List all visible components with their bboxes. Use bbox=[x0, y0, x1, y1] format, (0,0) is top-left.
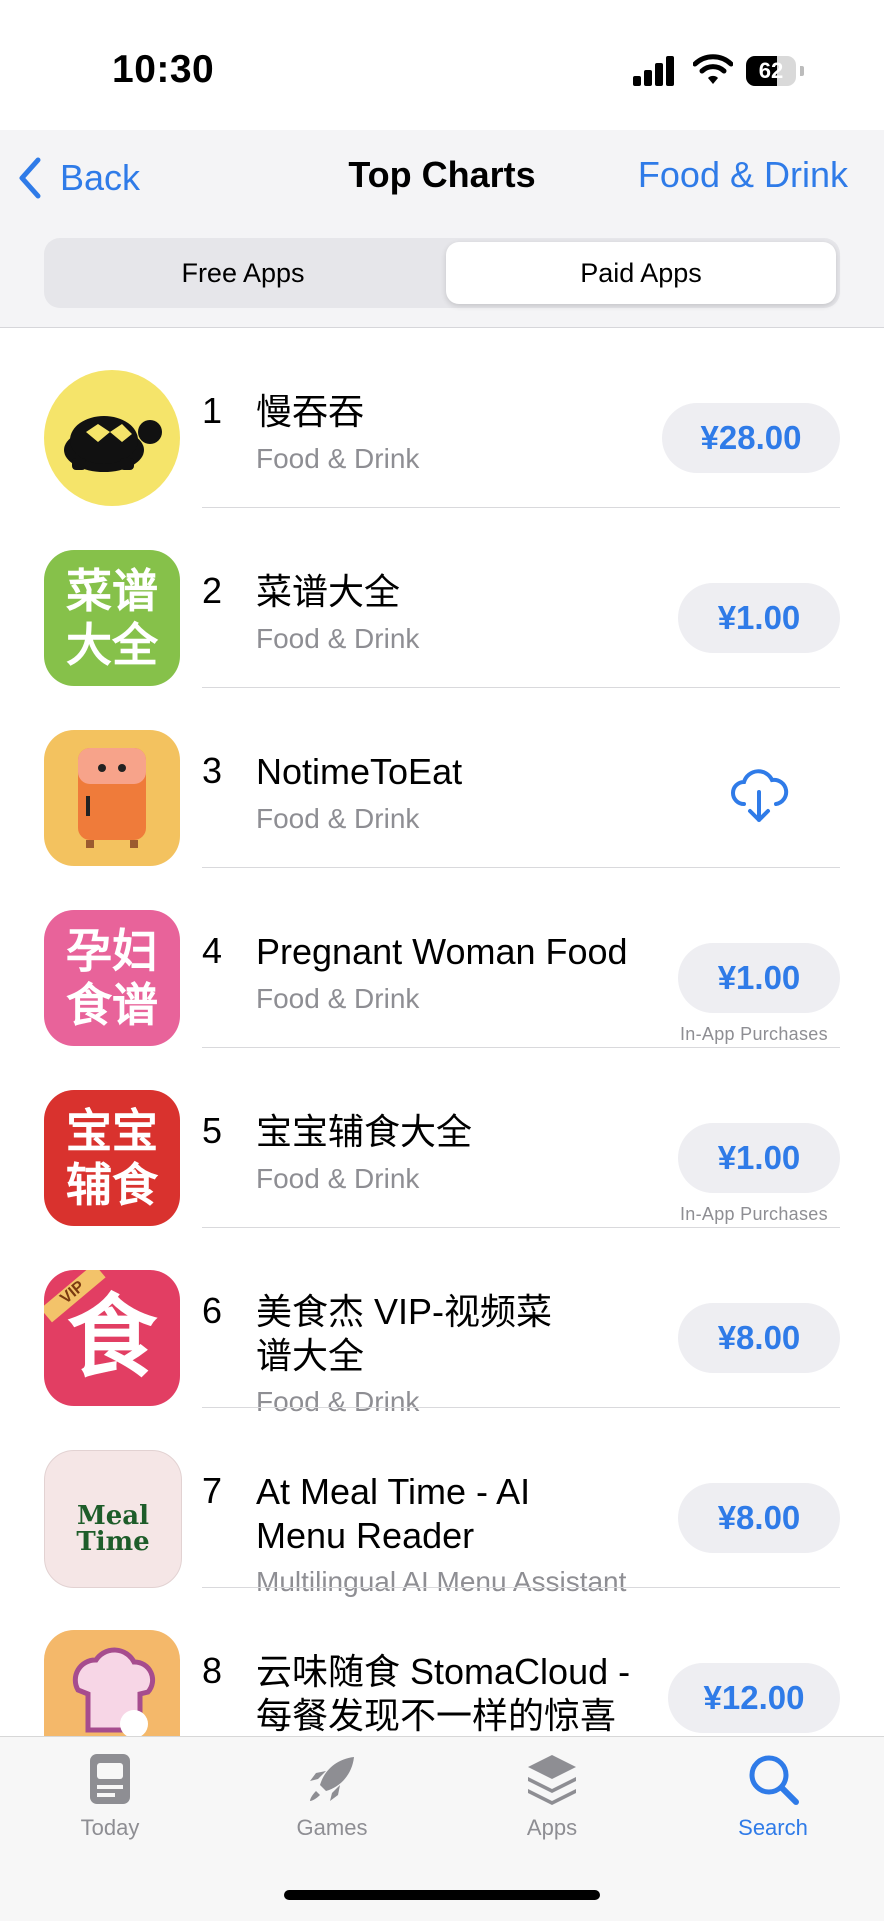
battery-percent: 62 bbox=[758, 58, 784, 83]
price-button[interactable]: ¥8.00 bbox=[678, 1303, 840, 1373]
rank-number: 7 bbox=[202, 1470, 223, 1511]
status-bar: 10:30 62 bbox=[0, 0, 884, 130]
fridge-app-icon bbox=[44, 730, 180, 866]
cellular-signal-icon bbox=[633, 56, 675, 86]
tab-label: Today bbox=[80, 1815, 140, 1840]
list-item[interactable]: Meal Time 7 At Meal Time - AI Menu Reade… bbox=[0, 1408, 884, 1597]
list-item[interactable]: 菜谱大全 2 菜谱大全 Food & Drink ¥1.00 bbox=[0, 508, 884, 688]
app-name: 云味随食 StomaCloud - 每餐发现不一样的惊喜 bbox=[256, 1651, 631, 1736]
app-name: Pregnant Woman Food bbox=[256, 931, 628, 972]
app-subtitle: Food & Drink bbox=[256, 623, 420, 654]
app-name: At Meal Time - AI Menu Reader bbox=[256, 1471, 531, 1556]
app-name: 慢吞吞 bbox=[256, 391, 365, 432]
meal-time-icon-text: Meal Time bbox=[76, 1501, 150, 1557]
baby-food-icon-text: 宝宝辅食 bbox=[66, 1105, 158, 1211]
rank-number: 1 bbox=[202, 390, 223, 431]
price-button[interactable]: ¥1.00 bbox=[678, 943, 840, 1013]
rank-number: 5 bbox=[202, 1110, 223, 1151]
status-time: 10:30 bbox=[112, 48, 215, 91]
rank-number: 4 bbox=[202, 930, 223, 971]
tab-today[interactable]: Today bbox=[40, 1751, 180, 1841]
free-paid-segmented-control: Free Apps Paid Apps bbox=[44, 238, 840, 308]
rank-number: 2 bbox=[202, 570, 223, 611]
list-item[interactable]: 孕妇食谱 4 Pregnant Woman Food Food & Drink … bbox=[0, 868, 884, 1048]
app-subtitle: Food & Drink bbox=[256, 983, 420, 1014]
in-app-purchases-note: In-App Purchases bbox=[680, 1024, 828, 1044]
rank-number: 6 bbox=[202, 1290, 223, 1331]
rank-number: 3 bbox=[202, 750, 223, 791]
tab-games[interactable]: Games bbox=[262, 1751, 402, 1841]
recipe-app-icon: 菜谱大全 bbox=[44, 550, 180, 686]
tab-apps[interactable]: Apps bbox=[482, 1751, 622, 1841]
apps-stack-icon bbox=[528, 1755, 576, 1805]
tab-search[interactable]: Search bbox=[703, 1751, 843, 1841]
pregnant-food-app-icon: 孕妇食谱 bbox=[44, 910, 180, 1046]
top-charts-header: Back Top Charts Food & Drink Free Apps P… bbox=[0, 130, 884, 328]
list-item[interactable]: 3 NotimeToEat Food & Drink bbox=[0, 688, 884, 868]
app-name: 美食杰 VIP-视频菜谱大全 bbox=[256, 1291, 553, 1376]
meal-time-app-icon: Meal Time bbox=[44, 1450, 182, 1588]
search-icon bbox=[749, 1755, 799, 1805]
list-item[interactable]: 1 慢吞吞 Food & Drink ¥28.00 bbox=[0, 328, 884, 508]
pregnant-icon-text: 孕妇食谱 bbox=[66, 925, 158, 1031]
tab-label: Apps bbox=[526, 1815, 578, 1840]
app-subtitle: Food & Drink bbox=[256, 1163, 420, 1194]
app-list: 1 慢吞吞 Food & Drink ¥28.00 菜谱大全 2 菜谱大全 Fo… bbox=[0, 328, 884, 1736]
price-button[interactable]: ¥1.00 bbox=[678, 1123, 840, 1193]
price-button[interactable]: ¥28.00 bbox=[662, 403, 840, 473]
price-button[interactable]: ¥8.00 bbox=[678, 1483, 840, 1553]
turtle-app-icon bbox=[44, 370, 180, 506]
rocket-icon bbox=[310, 1757, 354, 1801]
list-item[interactable]: 宝宝辅食 5 宝宝辅食大全 Food & Drink ¥1.00 In-App … bbox=[0, 1048, 884, 1228]
battery-icon: 62 bbox=[746, 56, 804, 86]
back-button[interactable]: Back bbox=[18, 148, 140, 208]
app-subtitle: Food & Drink bbox=[256, 443, 420, 474]
tab-paid-apps[interactable]: Paid Apps bbox=[446, 242, 836, 304]
app-name: 菜谱大全 bbox=[256, 571, 401, 612]
rank-number: 8 bbox=[202, 1650, 223, 1691]
price-button[interactable]: ¥12.00 bbox=[668, 1663, 840, 1733]
price-button[interactable]: ¥1.00 bbox=[678, 583, 840, 653]
category-button[interactable]: Food & Drink bbox=[638, 154, 848, 196]
app-name: 宝宝辅食大全 bbox=[256, 1111, 473, 1152]
back-label: Back bbox=[60, 157, 141, 198]
tab-label: Games bbox=[296, 1815, 368, 1840]
baby-food-app-icon: 宝宝辅食 bbox=[44, 1090, 180, 1226]
stomacloud-app-icon bbox=[44, 1630, 180, 1736]
tab-label: Search bbox=[738, 1815, 808, 1840]
wifi-icon bbox=[692, 52, 734, 86]
list-item[interactable]: 食 VIP 6 美食杰 VIP-视频菜谱大全 Food & Drink ¥8.0… bbox=[0, 1228, 884, 1417]
recipe-icon-text: 菜谱大全 bbox=[66, 565, 158, 671]
tab-free-apps[interactable]: Free Apps bbox=[48, 242, 438, 304]
home-indicator bbox=[284, 1890, 600, 1900]
app-subtitle: Food & Drink bbox=[256, 803, 420, 834]
cloud-download-icon[interactable] bbox=[728, 768, 790, 829]
in-app-purchases-note: In-App Purchases bbox=[680, 1204, 828, 1224]
chevron-left-icon bbox=[19, 157, 41, 199]
app-name: NotimeToEat bbox=[256, 751, 463, 792]
today-icon bbox=[90, 1754, 130, 1804]
list-item[interactable]: 8 云味随食 StomaCloud - 每餐发现不一样的惊喜 ¥12.00 bbox=[0, 1588, 884, 1736]
meishijie-app-icon: 食 VIP bbox=[44, 1270, 180, 1406]
